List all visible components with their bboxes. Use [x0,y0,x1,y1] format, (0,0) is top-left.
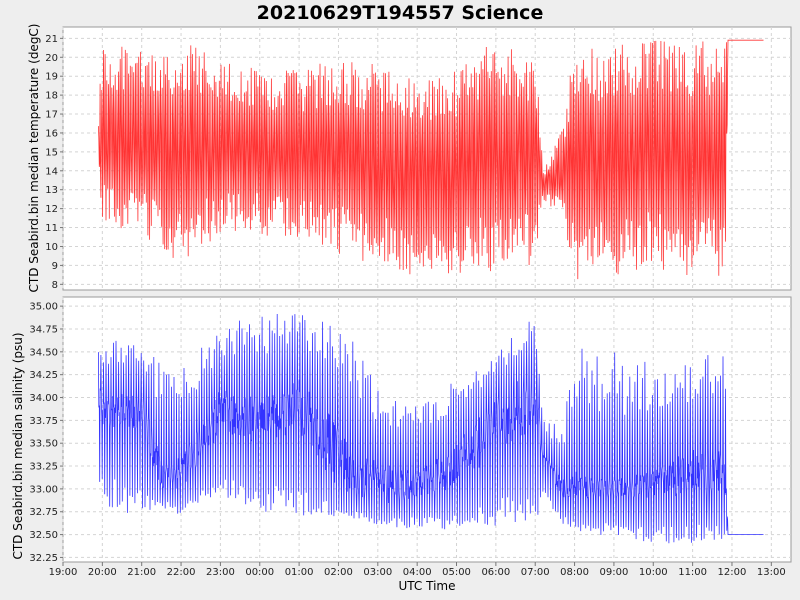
temperature-ytick-label-10: 18 [45,91,58,102]
x-tick-label-5: 00:00 [245,567,274,578]
salinity-ytick-label-5: 33.50 [29,439,58,450]
x-tick-label-3: 22:00 [167,567,196,578]
x-tick-label-11: 06:00 [481,567,510,578]
x-tick-label-18: 13:00 [757,567,786,578]
x-tick-label-12: 07:00 [521,567,550,578]
temperature-ytick-label-3: 11 [45,223,58,234]
salinity-ytick-label-10: 34.75 [29,324,58,335]
temperature-ytick-label-1: 9 [52,261,58,272]
x-tick-label-6: 01:00 [285,567,314,578]
salinity-ytick-label-11: 35.00 [29,302,58,313]
salinity-ytick-label-1: 32.50 [29,530,58,541]
x-tick-label-16: 11:00 [678,567,707,578]
x-tick-label-9: 04:00 [403,567,432,578]
x-tick-label-0: 19:00 [49,567,78,578]
x-tick-label-2: 21:00 [127,567,156,578]
temperature-y-ticks: 8 9 10 11 12 13 14 15 16 17 18 19 20 21 [45,34,63,291]
salinity-ytick-label-9: 34.50 [29,347,58,358]
temperature-ytick-label-4: 12 [45,204,58,215]
temperature-ytick-label-8: 16 [45,128,58,139]
salinity-ytick-label-3: 33.00 [29,484,58,495]
top-panel: 8 9 10 11 12 13 14 15 16 17 18 19 20 21 CTD Seabird.b… [27,24,792,293]
x-tick-label-7: 02:00 [324,567,353,578]
salinity-ytick-label-8: 34.25 [29,370,58,381]
salinity-y-ticks: 32.25 32.50 32.75 33.00 33.25 33.50 33.75 34.00… [29,302,63,564]
x-tick-label-15: 10:00 [639,567,668,578]
temperature-ytick-label-2: 10 [45,242,58,253]
x-tick-label-8: 03:00 [363,567,392,578]
temperature-ytick-label-13: 21 [45,34,58,45]
temperature-ytick-label-5: 13 [45,185,58,196]
salinity-axis-label: CTD Seabird.bin median salinity (psu) [11,332,25,559]
salinity-ytick-label-4: 33.25 [29,462,58,473]
x-tick-label-10: 05:00 [442,567,471,578]
bottom-panel: 32.25 32.50 32.75 33.00 33.25 33.50 33.75 34.00… [11,296,792,564]
x-axis-label: UTC Time [399,579,456,593]
temperature-ytick-label-12: 20 [45,53,58,64]
salinity-ytick-label-7: 34.00 [29,393,58,404]
temperature-ytick-label-9: 17 [45,110,58,121]
chart-svg: 20210629T194557 Science 8 9 10 11 12 13 14 15 16… [11,2,792,593]
x-tick-label-13: 08:00 [560,567,589,578]
temperature-axis-label: CTD Seabird.bin median temperature (degC… [27,24,41,293]
salinity-ytick-label-0: 32.25 [29,553,58,564]
x-tick-label-17: 12:00 [718,567,747,578]
temperature-ytick-label-6: 14 [45,166,58,177]
chart-title: 20210629T194557 Science [257,2,544,24]
temperature-ytick-label-11: 19 [45,72,58,83]
x-tick-label-14: 09:00 [600,567,629,578]
temperature-ytick-label-0: 8 [52,280,58,291]
x-axis-ticks: 19:00 20:00 21:00 22:00 23:00 00:00 01:00 02:00… [49,562,786,578]
salinity-ytick-label-6: 33.75 [29,416,58,427]
salinity-ytick-label-2: 32.75 [29,507,58,518]
x-tick-label-4: 23:00 [206,567,235,578]
temperature-ytick-label-7: 15 [45,147,58,158]
x-tick-label-1: 20:00 [88,567,117,578]
